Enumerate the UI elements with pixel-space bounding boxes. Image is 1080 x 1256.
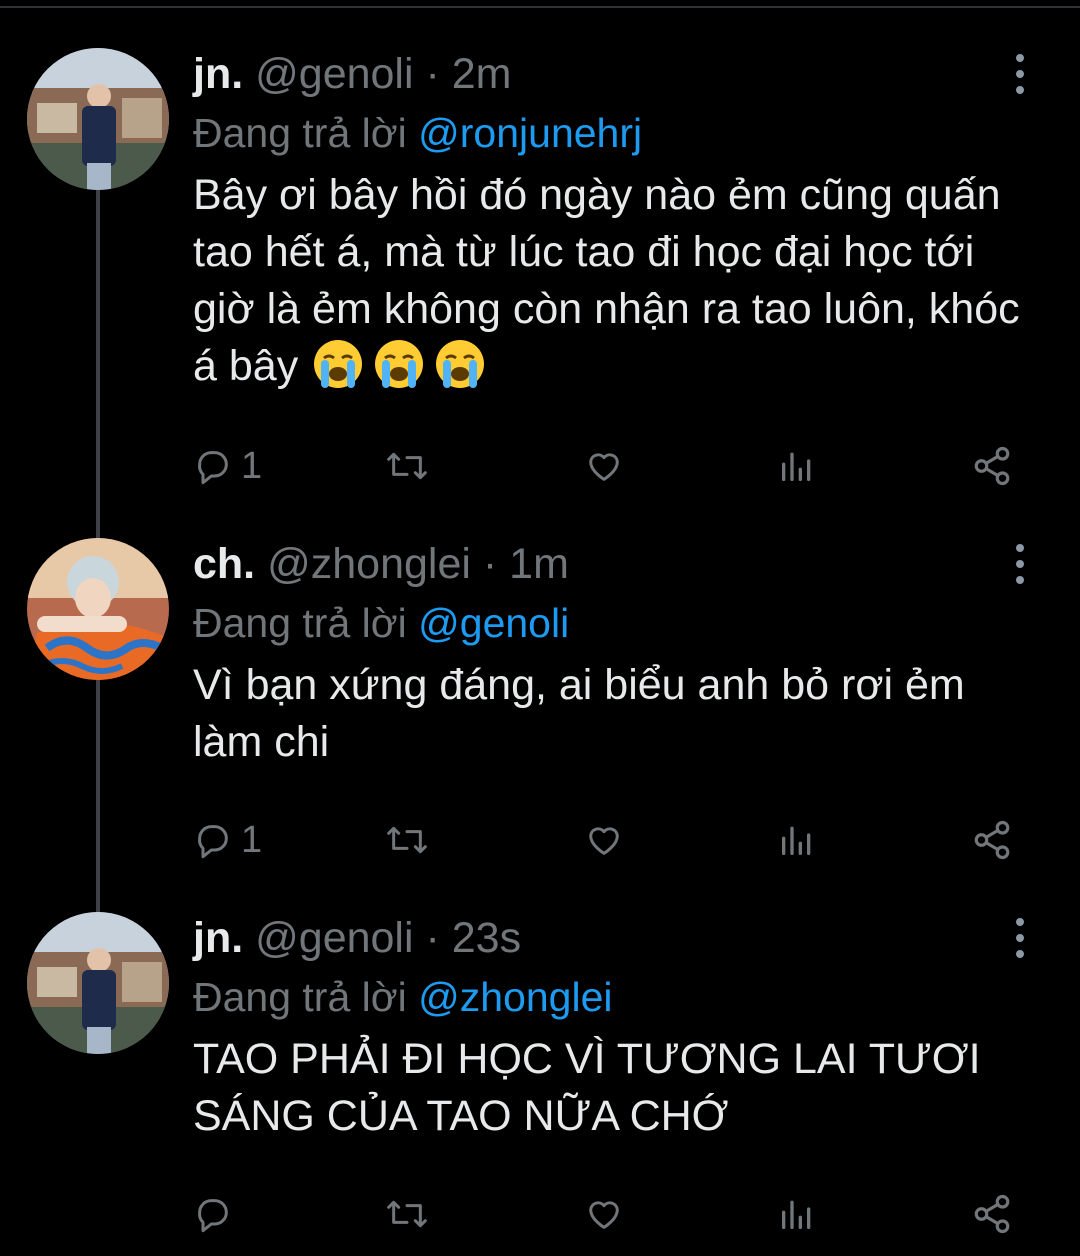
retweet-icon	[387, 1200, 427, 1228]
display-name[interactable]: ch.	[193, 540, 255, 588]
analytics-button[interactable]	[777, 810, 817, 870]
more-icon[interactable]	[1000, 44, 1040, 104]
reply-prefix: Đang trả lời	[193, 600, 407, 646]
timestamp[interactable]: · 23s	[426, 914, 522, 962]
like-button[interactable]	[583, 436, 625, 496]
username[interactable]: @genoli	[255, 914, 413, 962]
avatar[interactable]	[27, 48, 169, 190]
display-name[interactable]: jn.	[193, 914, 243, 962]
username[interactable]: @genoli	[255, 50, 413, 98]
reply-icon	[198, 451, 228, 485]
tweet-header: jn. @genoli · 2m	[193, 44, 1040, 104]
tweet-text: Bây ơi bây hồi đó ngày nào ẻm cũng quấn …	[193, 167, 1040, 405]
like-icon	[589, 827, 619, 855]
like-button[interactable]	[583, 810, 625, 870]
thread-line	[96, 190, 100, 540]
analytics-icon	[782, 1200, 811, 1229]
tweet-header: jn. @genoli · 23s	[193, 908, 1040, 968]
reply-button[interactable]: 1	[193, 810, 262, 870]
tweet-actions: 1	[193, 810, 1023, 870]
retweet-button[interactable]	[385, 1184, 429, 1244]
reply-button[interactable]	[193, 1184, 241, 1244]
retweet-icon	[387, 452, 427, 480]
reply-prefix: Đang trả lời	[193, 974, 407, 1020]
share-button[interactable]	[971, 436, 1013, 496]
analytics-button[interactable]	[777, 436, 817, 496]
tweet-actions	[193, 1184, 1023, 1244]
reply-to-handle[interactable]: @zhonglei	[418, 974, 612, 1020]
like-button[interactable]	[583, 1184, 625, 1244]
share-icon	[974, 1194, 1010, 1234]
analytics-button[interactable]	[777, 1184, 817, 1244]
reply-prefix: Đang trả lời	[193, 110, 407, 156]
share-button[interactable]	[971, 1184, 1013, 1244]
more-icon[interactable]	[1000, 534, 1040, 594]
retweet-button[interactable]	[385, 810, 429, 870]
reply-context: Đang trả lời @ronjunehrj	[193, 104, 1040, 162]
tweet-actions: 1	[193, 436, 1023, 496]
timestamp[interactable]: · 1m	[483, 540, 569, 588]
avatar[interactable]	[27, 912, 169, 1054]
like-icon	[589, 1201, 619, 1229]
share-icon	[974, 820, 1010, 860]
reply-to-handle[interactable]: @ronjunehrj	[418, 110, 642, 156]
share-icon	[974, 446, 1010, 486]
reply-context: Đang trả lời @genoli	[193, 594, 1040, 652]
reply-button[interactable]: 1	[193, 436, 262, 496]
tweet-text: Vì bạn xứng đáng, ai biểu anh bỏ rơi ẻm …	[193, 661, 965, 766]
reply-count: 1	[241, 444, 263, 487]
reply-icon	[198, 1199, 228, 1233]
reply-count: 1	[241, 818, 263, 861]
reply-icon	[198, 825, 228, 859]
tweet-text: TAO PHẢI ĐI HỌC VÌ TƯƠNG LAI TƯƠI SÁNG C…	[193, 1035, 981, 1140]
retweet-icon	[387, 826, 427, 854]
username[interactable]: @zhonglei	[267, 540, 471, 588]
tweet-header: ch. @zhonglei · 1m	[193, 534, 1040, 594]
display-name[interactable]: jn.	[193, 50, 243, 98]
timestamp[interactable]: · 2m	[426, 50, 512, 98]
avatar[interactable]	[27, 538, 169, 680]
more-icon[interactable]	[1000, 908, 1040, 968]
analytics-icon	[782, 452, 811, 481]
top-divider	[0, 6, 1080, 8]
reply-context: Đang trả lời @zhonglei	[193, 968, 1040, 1026]
retweet-button[interactable]	[385, 436, 429, 496]
analytics-icon	[782, 826, 811, 855]
share-button[interactable]	[971, 810, 1013, 870]
reply-to-handle[interactable]: @genoli	[418, 600, 569, 646]
like-icon	[589, 453, 619, 481]
thread-line	[96, 680, 100, 912]
loudly-crying-face-icon	[312, 338, 486, 405]
